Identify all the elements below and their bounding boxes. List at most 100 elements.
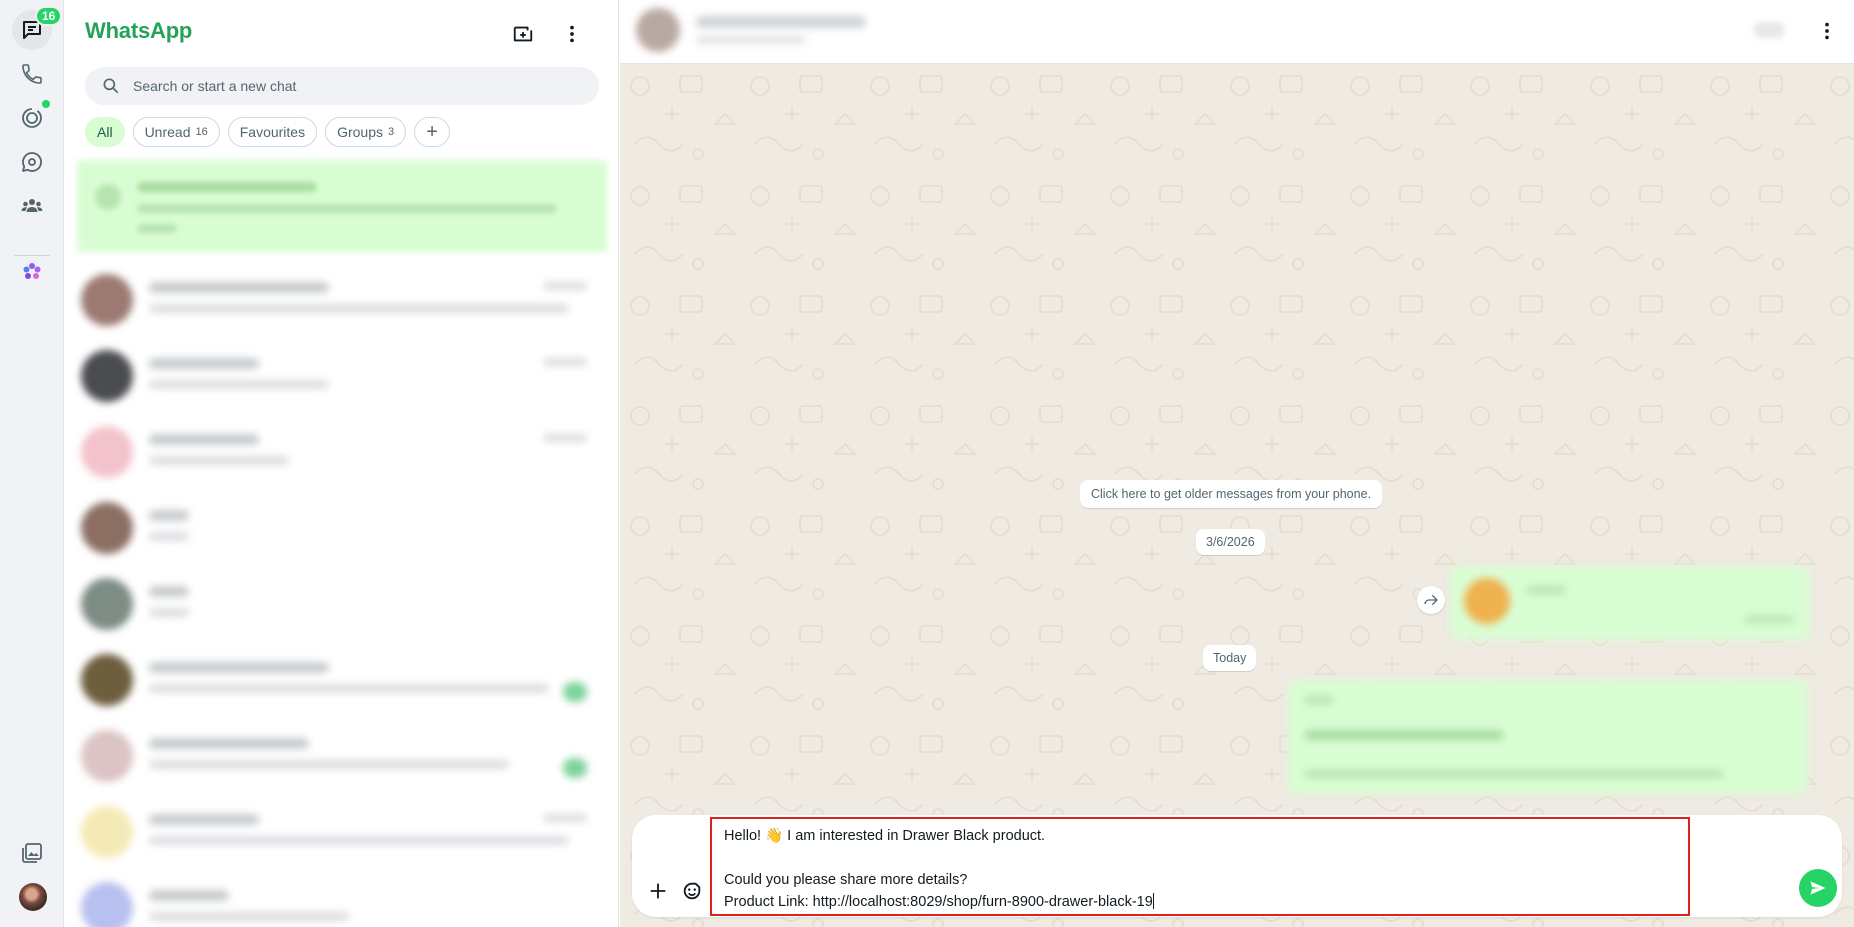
- chat-name: [149, 738, 309, 749]
- chat-name: [149, 586, 189, 597]
- outgoing-message[interactable]: [1450, 566, 1810, 640]
- search-icon: [103, 78, 119, 94]
- chat-preview: [149, 836, 569, 845]
- header-search-button[interactable]: [1754, 22, 1784, 38]
- chat-preview: [149, 912, 349, 921]
- banner-text: [137, 204, 557, 213]
- avatar: [81, 578, 133, 630]
- chat-list-panel: WhatsApp All Unread 16 Favourites Groups…: [65, 0, 619, 927]
- attach-button[interactable]: [642, 875, 674, 907]
- avatar: [81, 654, 133, 706]
- contact-avatar: [636, 8, 680, 52]
- media-nav-button[interactable]: [12, 833, 52, 873]
- chat-name: [149, 358, 259, 369]
- date-separator: Today: [1203, 645, 1257, 671]
- message-text: [1304, 770, 1724, 778]
- chat-time: [543, 434, 587, 442]
- chat-row[interactable]: [77, 870, 607, 927]
- chat-row[interactable]: [77, 490, 607, 566]
- kebab-menu-icon: [1825, 22, 1829, 40]
- filter-favourites[interactable]: Favourites: [227, 117, 318, 147]
- conversation-pane: Click here to get older messages from yo…: [620, 0, 1854, 927]
- filter-all[interactable]: All: [85, 117, 125, 147]
- avatar: [81, 502, 133, 554]
- chat-row[interactable]: [77, 338, 607, 414]
- filter-label: Groups: [337, 124, 384, 140]
- chat-preview: [149, 608, 189, 617]
- filter-count: 3: [388, 126, 395, 138]
- unread-chats-badge: 16: [35, 6, 63, 26]
- message-text: [1526, 586, 1566, 594]
- chat-preview: [149, 380, 329, 389]
- filter-label: Favourites: [239, 124, 306, 140]
- conversation-header[interactable]: [620, 0, 1854, 64]
- message-line: Could you please share more details?: [724, 872, 968, 888]
- chat-preview: [149, 684, 549, 693]
- kebab-menu-icon: [570, 25, 574, 43]
- unread-badge: [563, 758, 587, 778]
- banner-title: [137, 182, 317, 192]
- chat-name: [149, 662, 329, 673]
- search-bar: [85, 67, 599, 105]
- nav-rail: 16: [0, 0, 64, 927]
- message-input[interactable]: Hello! 👋 I am interested in Drawer Black…: [710, 817, 1690, 916]
- communities-nav-button[interactable]: [12, 186, 52, 226]
- chat-filters: All Unread 16 Favourites Groups 3 +: [85, 117, 451, 147]
- sidebar-menu-button[interactable]: [555, 17, 589, 51]
- chat-preview: [149, 532, 189, 541]
- calls-nav-button[interactable]: [12, 54, 52, 94]
- plus-icon: +: [426, 120, 438, 143]
- message-line: Product Link: http://localhost:8029/shop…: [724, 894, 1153, 910]
- avatar: [81, 806, 133, 858]
- older-messages-hint[interactable]: Click here to get older messages from yo…: [1080, 480, 1382, 508]
- conversation-menu-button[interactable]: [1810, 14, 1844, 48]
- message-time: [1744, 616, 1794, 623]
- notification-banner[interactable]: [77, 160, 607, 252]
- chat-row[interactable]: [77, 794, 607, 870]
- chat-time: [543, 282, 587, 290]
- plus-icon: [650, 883, 666, 899]
- meta-ai-nav-button[interactable]: [12, 252, 52, 292]
- add-filter-button[interactable]: +: [414, 117, 451, 147]
- chat-time: [543, 358, 587, 366]
- chat-name: [149, 890, 229, 901]
- chat-row[interactable]: [77, 262, 607, 338]
- status-icon: [22, 108, 42, 128]
- avatar: [81, 882, 133, 927]
- chat-row[interactable]: [77, 414, 607, 490]
- app-title: WhatsApp: [85, 18, 193, 43]
- sticker-icon: [683, 882, 701, 900]
- emoji-sticker-button[interactable]: [676, 875, 708, 907]
- filter-groups[interactable]: Groups 3: [325, 117, 407, 147]
- chat-name: [149, 282, 329, 293]
- new-chat-button[interactable]: [506, 17, 540, 51]
- avatar: [81, 274, 133, 326]
- channels-nav-button[interactable]: [12, 142, 52, 182]
- media-icon: [22, 843, 42, 863]
- avatar: [81, 730, 133, 782]
- chat-preview: [149, 304, 569, 313]
- outgoing-message[interactable]: [1288, 680, 1808, 794]
- date-separator: 3/6/2026: [1196, 529, 1265, 555]
- filter-unread[interactable]: Unread 16: [132, 117, 220, 147]
- chat-name: [149, 814, 259, 825]
- chat-time: [543, 814, 587, 822]
- chat-name: [149, 434, 259, 445]
- chat-row[interactable]: [77, 566, 607, 642]
- forward-button[interactable]: [1417, 586, 1445, 614]
- message-line: [724, 847, 1676, 869]
- phone-icon: [22, 64, 42, 84]
- profile-avatar[interactable]: [19, 883, 47, 911]
- text-caret: [1152, 893, 1154, 909]
- search-input[interactable]: [133, 78, 573, 94]
- chat-row[interactable]: [77, 642, 607, 718]
- forward-icon: [1424, 594, 1438, 606]
- avatar: [81, 350, 133, 402]
- message-composer: Hello! 👋 I am interested in Drawer Black…: [632, 815, 1842, 917]
- meta-ai-icon: [23, 263, 41, 279]
- send-button[interactable]: [1799, 869, 1837, 907]
- banner-link: [137, 224, 177, 233]
- filter-label: All: [97, 124, 113, 140]
- chat-row[interactable]: [77, 718, 607, 794]
- status-dot: [42, 100, 50, 108]
